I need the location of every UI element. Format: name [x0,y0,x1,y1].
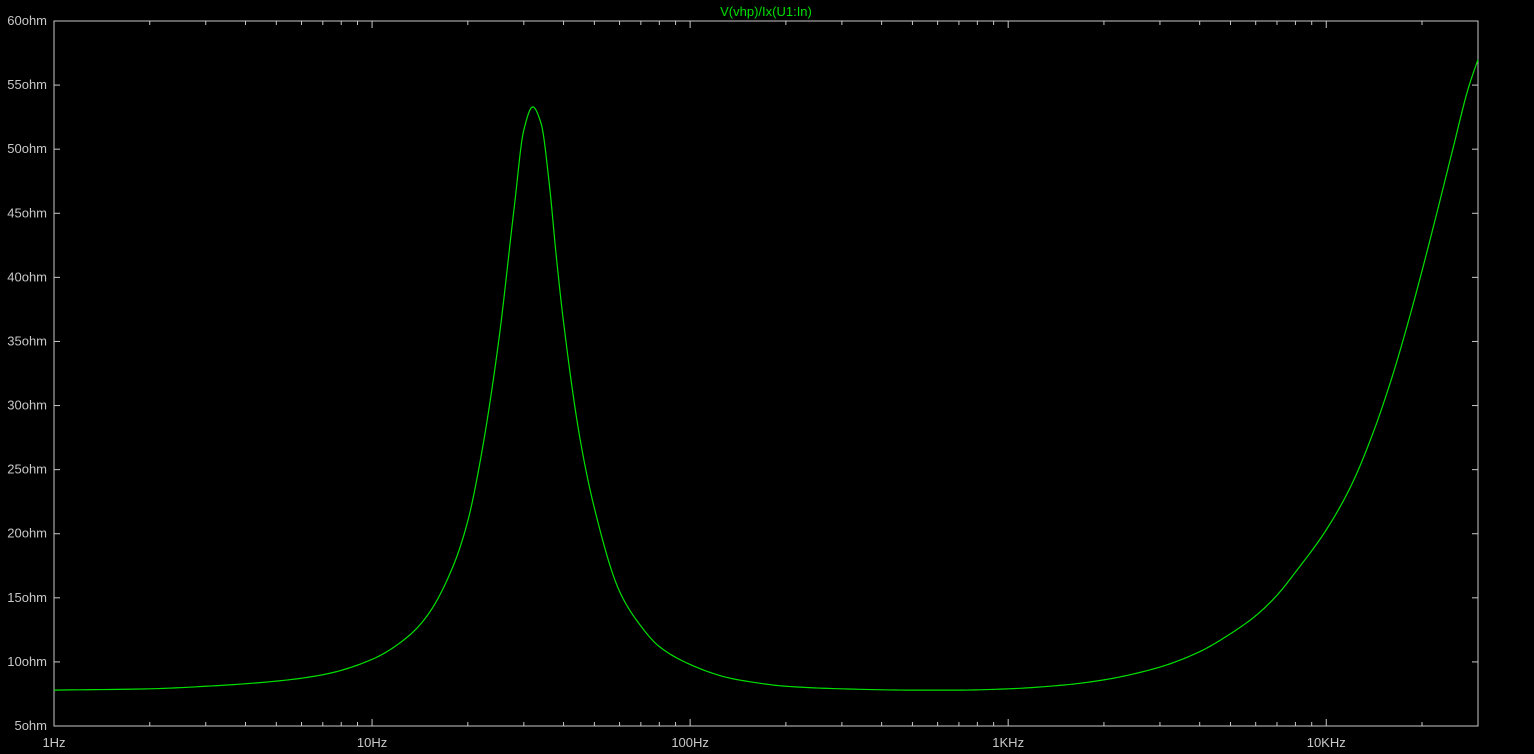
y-tick-label: 10ohm [7,654,47,669]
y-tick-label: 50ohm [7,141,47,156]
y-tick-label: 15ohm [7,590,47,605]
plot-frame [53,20,1479,727]
series-line-impedance [53,59,1479,691]
x-tick-label: 1Hz [42,735,65,750]
y-tick-label: 25ohm [7,462,47,477]
y-tick-label: 20ohm [7,526,47,541]
y-tick-label: 45ohm [7,205,47,220]
y-tick-label: 60ohm [7,13,47,28]
x-tick-label: 10KHz [1307,735,1346,750]
y-axis: 5ohm 10ohm 15ohm 20ohm 25ohm 30ohm 35ohm 40ohm 4… [7,13,1478,733]
y-tick-label: 40ohm [7,269,47,284]
y-tick-label: 30ohm [7,398,47,413]
impedance-chart: V(vhp)/Ix(U1:In) 1Hz 10Hz 100Hz 1KHz 10KHz 5… [7,4,1479,750]
x-axis: 1Hz 10Hz 100Hz 1KHz 10KHz [42,21,1479,750]
x-tick-label: 1KHz [992,735,1024,750]
y-tick-label: 5ohm [14,718,47,733]
x-tick-label: 100Hz [671,735,709,750]
y-tick-label: 55ohm [7,77,47,92]
trace-label[interactable]: V(vhp)/Ix(U1:In) [720,4,812,19]
x-tick-label: 10Hz [357,735,387,750]
plot-window: V(vhp)/Ix(U1:In) 1Hz 10Hz 100Hz 1KHz 10KHz 5… [0,0,1534,754]
y-tick-label: 35ohm [7,333,47,348]
